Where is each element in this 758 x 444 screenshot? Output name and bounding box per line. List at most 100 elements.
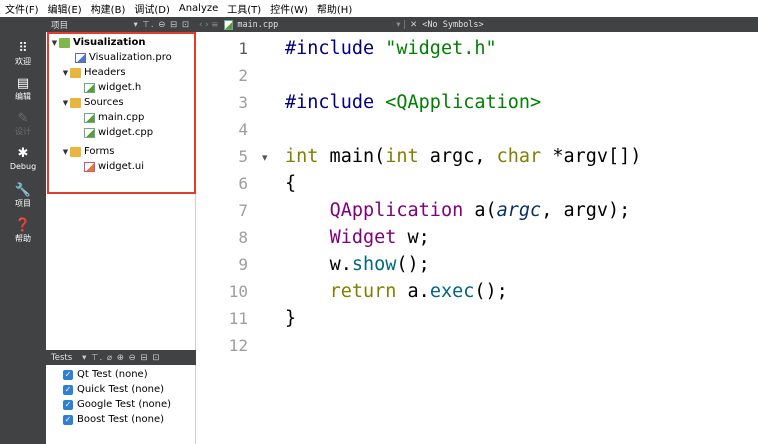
ui-file-icon — [84, 161, 95, 172]
code-token: <QApplication> — [385, 92, 542, 113]
code-line-3: #include <QApplication> — [285, 89, 541, 116]
mode-welcome-label: 欢迎 — [15, 57, 31, 66]
code-token: argc — [496, 200, 542, 221]
expand-arrow-icon[interactable]: ▼ — [50, 39, 59, 47]
code-line-11: } — [285, 308, 297, 329]
folder-icon — [70, 146, 81, 157]
tree-item-widget-ui[interactable]: widget.ui — [84, 160, 144, 173]
tree-item-headers[interactable]: ▼ Headers — [61, 66, 126, 79]
tree-item-label: widget.ui — [98, 161, 145, 172]
folder-icon — [70, 97, 81, 108]
mode-edit[interactable]: ▤ 编辑 — [0, 77, 46, 102]
code-token: *argv[]) — [541, 146, 642, 167]
menu-build[interactable]: 构建(B) — [91, 1, 126, 16]
line-number: 1 — [238, 39, 248, 58]
code-line-9: w.show(); — [285, 251, 430, 278]
fold-marker-icon[interactable]: ▾ — [262, 144, 268, 171]
checkbox-checked-icon[interactable]: ✓ — [63, 369, 73, 380]
tree-item-main-cpp[interactable]: main.cpp — [84, 111, 144, 124]
test-item-label: Google Test (none) — [77, 399, 172, 410]
mode-help[interactable]: ❓ 帮助 — [0, 219, 46, 244]
test-item[interactable]: ✓ Boost Test (none) — [63, 413, 164, 426]
checkbox-checked-icon[interactable]: ✓ — [63, 414, 73, 425]
code-token: main( — [318, 146, 386, 167]
pro-file-icon — [75, 52, 86, 63]
mode-projects[interactable]: 🔧 项目 — [0, 184, 46, 209]
line-number: 2 — [238, 66, 248, 85]
menu-analyze[interactable]: Analyze — [179, 3, 218, 14]
line-number: 6 — [238, 174, 248, 193]
code-token: a( — [463, 200, 497, 221]
mode-sidebar: ⠿ 欢迎 ▤ 编辑 ✎ 设计 ✱ Debug 🔧 项目 ❓ 帮助 — [0, 17, 46, 444]
mode-projects-label: 项目 — [15, 199, 31, 208]
code-token: char — [496, 146, 542, 167]
mode-design-label: 设计 — [15, 127, 31, 136]
tree-item-widget-h[interactable]: widget.h — [84, 81, 141, 94]
cpp-file-icon — [84, 112, 95, 123]
menu-tools[interactable]: 工具(T) — [227, 1, 261, 16]
navigation-arrows[interactable]: ‹ › ≡ — [199, 20, 218, 30]
close-icon[interactable]: ✕ — [410, 20, 417, 30]
cpp-file-icon — [224, 19, 234, 30]
tree-item-widget-cpp[interactable]: widget.cpp — [84, 126, 153, 139]
mode-welcome[interactable]: ⠿ 欢迎 — [0, 42, 46, 67]
tree-item-forms[interactable]: ▼ Forms — [61, 145, 115, 158]
test-item[interactable]: ✓ Qt Test (none) — [63, 368, 148, 381]
test-item[interactable]: ✓ Quick Test (none) — [63, 383, 164, 396]
tree-item-pro-file[interactable]: Visualization.pro — [75, 51, 172, 64]
code-line-6: { — [285, 173, 297, 194]
menu-edit[interactable]: 编辑(E) — [48, 1, 82, 16]
grid-icon: ⠿ — [18, 41, 28, 56]
mode-help-label: 帮助 — [15, 234, 31, 243]
expand-arrow-icon[interactable]: ▼ — [61, 148, 70, 156]
code-token: a. — [396, 281, 430, 302]
open-file-selector[interactable]: main.cpp — [237, 20, 278, 30]
tests-panel-tools[interactable]: ▾ ⊤. ⌀ ⊕ ⊖ ⊟ ⊡ — [82, 353, 160, 363]
expand-arrow-icon[interactable]: ▼ — [61, 99, 70, 107]
code-token: w. — [329, 254, 352, 275]
line-number: 5 — [238, 147, 248, 166]
line-number: 12 — [228, 336, 248, 355]
project-folder-icon — [59, 37, 70, 48]
code-line-10: return a.exec(); — [285, 278, 508, 305]
checkbox-checked-icon[interactable]: ✓ — [63, 384, 73, 395]
tree-item-sources[interactable]: ▼ Sources — [61, 96, 124, 109]
code-token: (); — [396, 254, 430, 275]
code-token: int — [285, 146, 319, 167]
tests-panel-title[interactable]: Tests — [51, 353, 72, 363]
code-token: return — [329, 281, 397, 302]
project-panel-tools[interactable]: ▾ ⊤. ⊖ ⊟ ⊡ — [133, 20, 190, 30]
tree-item-label: Sources — [84, 97, 124, 108]
test-item-label: Boost Test (none) — [77, 414, 165, 425]
menu-widgets[interactable]: 控件(W) — [270, 1, 308, 16]
project-panel-title[interactable]: 项目 — [51, 19, 68, 31]
help-icon: ❓ — [14, 218, 32, 233]
bug-icon: ✱ — [17, 146, 29, 161]
menu-debug[interactable]: 调试(D) — [134, 1, 170, 16]
tree-item-project[interactable]: ▼ Visualization — [50, 36, 146, 49]
tree-item-label: Forms — [84, 146, 115, 157]
tree-item-label: Visualization — [73, 37, 146, 48]
menu-file[interactable]: 文件(F) — [5, 1, 39, 16]
mode-design[interactable]: ✎ 设计 — [0, 112, 46, 137]
code-token: w; — [396, 227, 430, 248]
code-token: exec — [429, 281, 475, 302]
code-line-8: Widget w; — [285, 224, 430, 251]
checkbox-checked-icon[interactable]: ✓ — [63, 399, 73, 410]
symbols-selector[interactable]: <No Symbols> — [422, 20, 483, 30]
menu-help[interactable]: 帮助(H) — [317, 1, 352, 16]
edit-document-icon: ▤ — [16, 76, 30, 91]
line-number: 7 — [238, 201, 248, 220]
code-line-5: int main(int argc, char *argv[]) — [285, 143, 641, 170]
pencil-icon: ✎ — [17, 111, 29, 126]
test-item[interactable]: ✓ Google Test (none) — [63, 398, 171, 411]
test-item-label: Quick Test (none) — [77, 384, 165, 395]
menu-bar: 文件(F) 编辑(E) 构建(B) 调试(D) Analyze 工具(T) 控件… — [0, 0, 758, 17]
project-tree — [46, 32, 196, 350]
expand-arrow-icon[interactable]: ▼ — [61, 69, 70, 77]
tree-item-label: widget.cpp — [98, 127, 154, 138]
file-dropdown-arrow[interactable]: ▾ | — [396, 20, 406, 30]
mode-debug[interactable]: ✱ Debug — [0, 147, 46, 172]
line-number: 4 — [238, 120, 248, 139]
code-token: , argv); — [541, 200, 631, 221]
